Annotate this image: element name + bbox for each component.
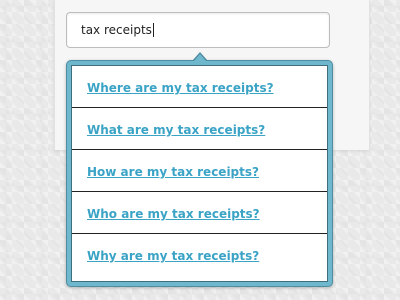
result-link-where[interactable]: Where are my tax receipts?: [87, 81, 274, 95]
text-caret: [152, 23, 154, 37]
autocomplete-result-item[interactable]: Why are my tax receipts?: [72, 234, 327, 276]
autocomplete-result-item[interactable]: Who are my tax receipts?: [72, 192, 327, 234]
dropdown-pointer-inner-icon: [194, 54, 206, 61]
autocomplete-results-list: Where are my tax receipts? What are my t…: [71, 65, 328, 282]
result-link-what[interactable]: What are my tax receipts?: [87, 123, 265, 137]
autocomplete-dropdown: Where are my tax receipts? What are my t…: [66, 60, 333, 287]
autocomplete-result-item[interactable]: What are my tax receipts?: [72, 108, 327, 150]
search-field[interactable]: tax receipts: [66, 12, 330, 48]
search-input-value: tax receipts: [81, 23, 152, 37]
autocomplete-result-item[interactable]: Where are my tax receipts?: [72, 66, 327, 108]
result-link-how[interactable]: How are my tax receipts?: [87, 165, 259, 179]
result-link-why[interactable]: Why are my tax receipts?: [87, 249, 259, 263]
search-input[interactable]: tax receipts: [81, 13, 321, 47]
result-link-who[interactable]: Who are my tax receipts?: [87, 207, 260, 221]
autocomplete-result-item[interactable]: How are my tax receipts?: [72, 150, 327, 192]
